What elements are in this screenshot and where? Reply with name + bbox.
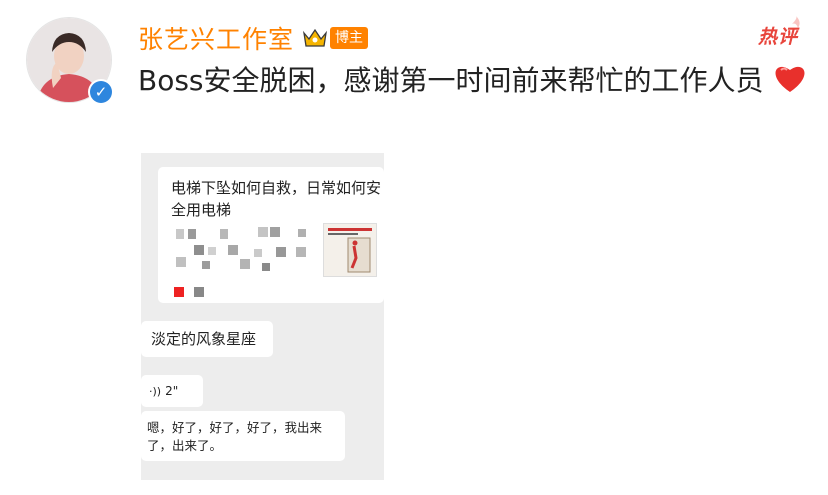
verified-badge-icon: ✓	[88, 79, 114, 105]
chat-message-text: 淡定的风象星座	[151, 330, 257, 348]
article-title: 电梯下坠如何自救，日常如何安全用电梯	[171, 179, 382, 219]
source-icon	[174, 287, 184, 297]
chat-screenshot-image[interactable]: 电梯下坠如何自救，日常如何安全用电梯 淡定的风象星座 ·)) 2" 嗯，好了，好…	[141, 153, 384, 480]
voice-duration: 2"	[165, 384, 179, 398]
post-text: Boss安全脱困，感谢第一时间前来帮忙的工作人员	[138, 60, 810, 102]
voice-message-bubble: ·)) 2"	[141, 375, 203, 407]
post-body: Boss安全脱困，感谢第一时间前来帮忙的工作人员	[138, 64, 764, 97]
author-row: 张艺兴工作室 博主	[138, 20, 369, 56]
username[interactable]: 张艺兴工作室	[138, 20, 294, 56]
chat-message-text: 嗯，好了，好了，好了，我出来了，出来了。	[147, 420, 323, 453]
hot-comment-tag: 热评	[757, 26, 798, 48]
heart-icon	[775, 66, 805, 92]
crown-icon	[303, 28, 328, 47]
voice-wave-icon: ·))	[149, 385, 162, 398]
source-name-blurred	[194, 287, 204, 297]
avatar[interactable]: ✓	[26, 17, 114, 105]
chat-bubble: 嗯，好了，好了，好了，我出来了，出来了。	[141, 411, 345, 461]
chat-bubble: 淡定的风象星座	[141, 321, 273, 357]
shared-article-card: 电梯下坠如何自救，日常如何安全用电梯	[158, 167, 384, 303]
role-badge: 博主	[330, 27, 369, 49]
article-thumbnail	[323, 223, 377, 277]
